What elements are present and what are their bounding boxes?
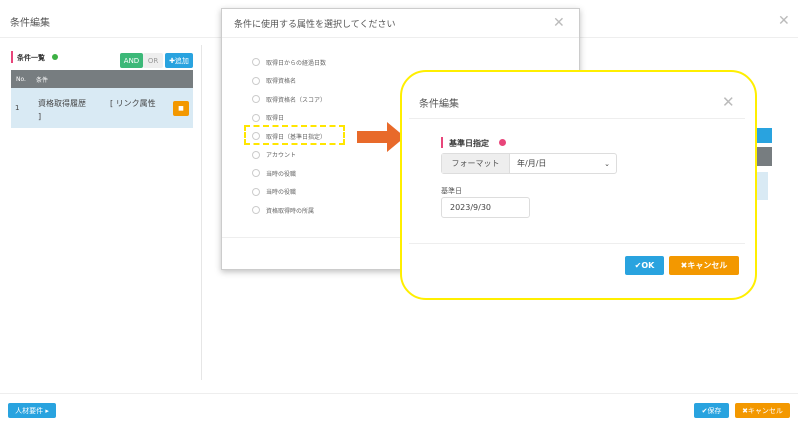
row-link-tail: ] (38, 112, 42, 121)
help-icon[interactable] (499, 139, 506, 146)
option-label: 取得日 (266, 115, 285, 123)
header-no: No. (16, 75, 26, 83)
chevron-down-icon: ⌄ (604, 159, 610, 168)
section-marker (11, 51, 13, 63)
format-value: 年/月/日 (517, 159, 547, 168)
add-button[interactable]: ✚追加 (165, 53, 193, 68)
dialog-title: 条件編集 (419, 99, 459, 110)
radio-icon[interactable] (252, 113, 260, 122)
radio-icon[interactable] (252, 206, 260, 215)
section-title: 基準日指定 (449, 139, 489, 148)
divider (409, 118, 745, 119)
option-label: 当時の役職 (266, 170, 297, 178)
table-row-behind (757, 172, 768, 200)
delete-button[interactable]: ■ (173, 101, 189, 116)
table-header-behind (757, 147, 772, 166)
row-no: 1 (15, 104, 20, 112)
option-label: 取得資格名 (266, 78, 297, 86)
option-label: 取得資格名（スコア） (266, 96, 327, 104)
format-select[interactable]: 年/月/日 ⌄ (510, 154, 616, 173)
format-select-group: フォーマット 年/月/日 ⌄ (441, 153, 617, 174)
attribute-option[interactable]: 取得資格名 (252, 72, 326, 91)
condition-edit-dialog: 条件編集 ✕ 基準日指定 フォーマット 年/月/日 ⌄ 基準日 2023/9/30… (400, 70, 757, 300)
close-icon[interactable]: ✕ (553, 16, 565, 30)
row-link: [ リンク属性 (110, 99, 156, 108)
attribute-option[interactable]: 当時の役職 (252, 183, 326, 202)
dialog-title: 条件に使用する属性を選択してください (234, 20, 396, 30)
radio-icon[interactable] (252, 187, 260, 196)
table-header: No. 条件 (11, 70, 193, 88)
close-icon[interactable]: ✕ (722, 95, 735, 110)
attribute-option[interactable]: 当時の役職 (252, 164, 326, 183)
attribute-option[interactable]: 資格取得時の所属 (252, 201, 326, 220)
option-label: 資格取得時の所属 (266, 207, 315, 215)
divider (409, 243, 745, 244)
section-title: 条件一覧 (17, 54, 45, 62)
table-row[interactable]: 1 資格取得履歴 [ リンク属性 ] ■ (11, 88, 193, 128)
cancel-button[interactable]: ✖キャンセル (735, 403, 790, 418)
radio-icon[interactable] (252, 150, 260, 159)
divider (222, 37, 579, 38)
info-icon (52, 54, 58, 60)
page-title: 条件編集 (10, 18, 50, 29)
or-button[interactable]: OR (143, 53, 163, 68)
ok-button[interactable]: ✔OK (625, 256, 664, 275)
cancel-button[interactable]: ✖キャンセル (669, 256, 739, 275)
attribute-option[interactable]: 取得日からの経過日数 (252, 53, 326, 72)
attribute-option[interactable]: 取得資格名（スコア） (252, 90, 326, 109)
section-marker (441, 137, 443, 148)
divider (0, 393, 798, 394)
radio-icon[interactable] (252, 169, 260, 178)
date-label: 基準日 (441, 187, 462, 195)
and-button[interactable]: AND (120, 53, 143, 68)
save-button[interactable]: ✔保存 (694, 403, 729, 418)
option-label: アカウント (266, 152, 297, 160)
row-condition: 資格取得履歴 (38, 99, 86, 108)
highlight-box (244, 125, 345, 145)
add-button-behind (757, 128, 772, 143)
attribute-option[interactable]: アカウント (252, 146, 326, 165)
radio-icon[interactable] (252, 58, 260, 67)
option-label: 当時の役職 (266, 189, 297, 197)
requirement-dropdown-button[interactable]: 人材要件 ▸ (8, 403, 56, 418)
radio-icon[interactable] (252, 76, 260, 85)
format-label: フォーマット (442, 154, 510, 173)
date-input[interactable]: 2023/9/30 (441, 197, 530, 218)
header-condition: 条件 (36, 76, 49, 84)
divider (201, 45, 202, 380)
radio-icon[interactable] (252, 95, 260, 104)
option-label: 取得日からの経過日数 (266, 59, 327, 67)
close-icon[interactable]: ✕ (778, 14, 790, 28)
